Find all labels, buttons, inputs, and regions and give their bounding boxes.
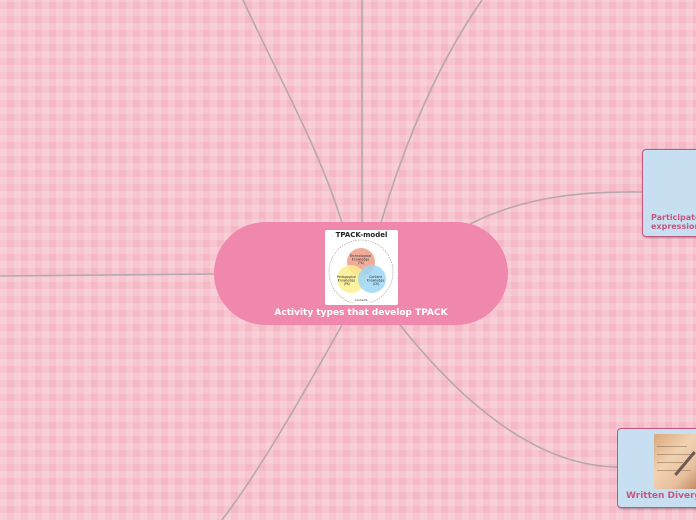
connector-line <box>379 0 483 227</box>
topic-label: Written Divergent <box>626 491 696 501</box>
topic-label-line: expression <box>651 222 696 231</box>
central-topic-title: Activity types that develop TPACK <box>274 308 448 318</box>
topic-written-divergent[interactable]: Written Divergent <box>617 428 696 508</box>
connector-line <box>242 0 344 227</box>
connector-line <box>221 324 343 520</box>
tpack-model-image: TPACK-model Technological Knowledge (TK)… <box>325 230 398 305</box>
writing-hand-image <box>654 434 696 489</box>
topic-label: Participatory expression <box>651 213 696 231</box>
venn-label-contexts: Contexts <box>355 298 368 302</box>
topic-label-line: Participatory <box>651 213 696 222</box>
tpack-image-heading: TPACK-model <box>335 231 388 239</box>
connector-line <box>0 273 215 277</box>
tpack-venn-diagram: Technological Knowledge (TK) Pedagogical… <box>328 239 394 303</box>
connector-line <box>469 191 644 225</box>
topic-participatory-expression[interactable]: Participatory expression <box>642 149 696 237</box>
central-topic[interactable]: TPACK-model Technological Knowledge (TK)… <box>214 222 508 325</box>
connector-line <box>399 324 618 468</box>
